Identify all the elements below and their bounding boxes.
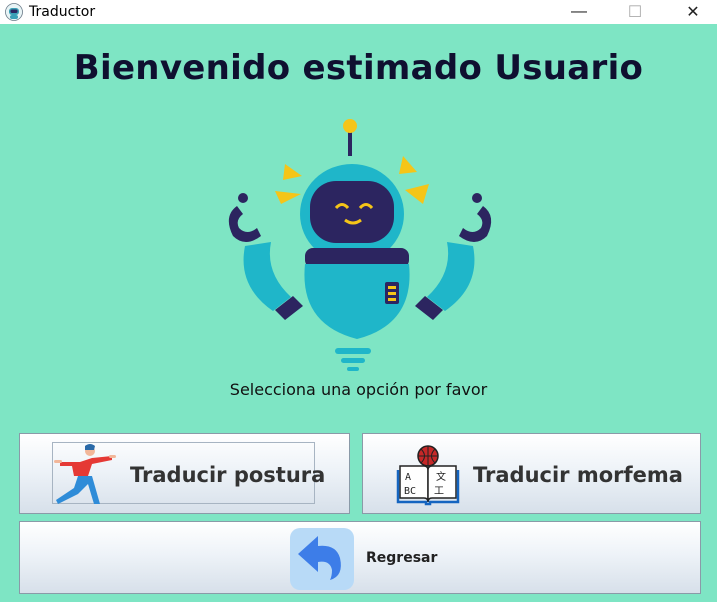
- language-book-icon: A BC 文 工: [396, 445, 460, 506]
- main-panel: Bienvenido estimado Usuario Selecciona u…: [0, 24, 717, 602]
- translate-posture-button[interactable]: Traducir postura: [19, 433, 350, 514]
- back-button[interactable]: Regresar: [19, 521, 701, 594]
- translate-morpheme-label: Traducir morfema: [473, 463, 683, 487]
- meditating-robot-illustration: [228, 119, 492, 371]
- back-arrow-icon: [290, 528, 354, 590]
- robot-app-icon: [5, 3, 23, 21]
- instruction-text: Selecciona una opción por favor: [229, 380, 488, 399]
- title-bar[interactable]: Traductor — ☐ ✕: [0, 0, 717, 24]
- translate-morpheme-button[interactable]: A BC 文 工 Traducir morfema: [362, 433, 701, 514]
- svg-text:BC: BC: [404, 486, 416, 497]
- back-label: Regresar: [366, 550, 438, 566]
- traductor-window: Traductor — ☐ ✕ Bienvenido estimado Usua…: [0, 0, 717, 602]
- window-title: Traductor: [29, 4, 96, 20]
- svg-text:A: A: [405, 472, 411, 483]
- minimize-button[interactable]: —: [556, 0, 602, 24]
- translate-posture-label: Traducir postura: [130, 463, 326, 487]
- close-button[interactable]: ✕: [670, 0, 716, 24]
- svg-text:文: 文: [436, 470, 446, 483]
- person-pose-icon: [54, 444, 116, 504]
- maximize-button[interactable]: ☐: [612, 0, 658, 24]
- welcome-heading: Bienvenido estimado Usuario: [73, 48, 644, 88]
- svg-text:工: 工: [434, 486, 444, 497]
